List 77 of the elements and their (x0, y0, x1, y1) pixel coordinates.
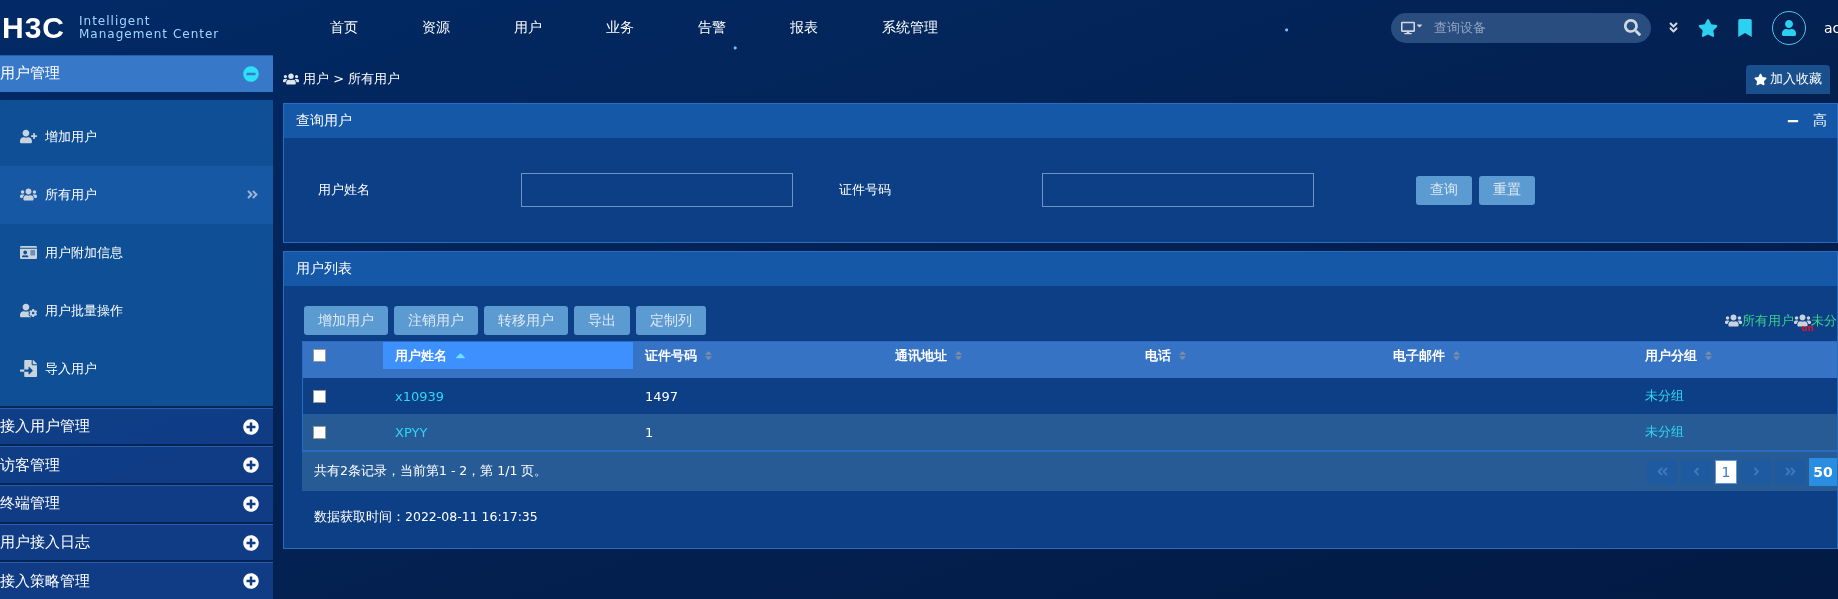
menu-group[interactable]: 访客管理 (0, 446, 273, 483)
users-icon (283, 71, 299, 87)
breadcrumb-text: 用户 > 所有用户 (303, 70, 401, 88)
sort-icon[interactable] (1177, 350, 1188, 361)
sort-icon[interactable] (1703, 350, 1714, 361)
column-header[interactable]: 电话 (1133, 342, 1381, 369)
first-page-icon[interactable] (1647, 459, 1677, 484)
menu-item[interactable]: 用户附加信息 (0, 223, 273, 282)
collapse-icon (243, 65, 259, 82)
filter-link[interactable]: 所有用户 (1725, 311, 1794, 330)
expand-icon (243, 418, 259, 435)
search-input[interactable]: 查询设备 (1432, 19, 1616, 36)
menu-group[interactable]: 用户接入日志 (0, 523, 273, 561)
chevrons-right-icon (246, 188, 259, 202)
sort-icon[interactable] (703, 350, 714, 361)
column-header[interactable]: 证件号码 (633, 342, 883, 369)
star-icon (1754, 72, 1767, 86)
input-field[interactable] (1042, 173, 1314, 207)
menu-item[interactable]: 用户批量操作 (0, 281, 273, 340)
nav-item[interactable]: 业务 (606, 18, 698, 37)
expand-icon (243, 457, 259, 474)
checkbox[interactable] (313, 349, 326, 362)
user-name-link[interactable]: x10939 (383, 388, 633, 404)
user-add-icon (20, 128, 37, 146)
column-header[interactable]: 通讯地址 (883, 342, 1133, 369)
page-size[interactable]: 50 (1809, 457, 1837, 486)
id-card-icon (20, 244, 37, 262)
field-label: 用户姓名 (318, 181, 371, 199)
last-page-icon[interactable] (1775, 459, 1805, 484)
column-header[interactable]: 用户姓名 (383, 342, 633, 369)
expand-icon[interactable] (1667, 21, 1680, 34)
favorite-button[interactable]: 加入收藏 (1746, 64, 1830, 94)
checkbox[interactable] (313, 425, 326, 439)
users-icon (1725, 312, 1742, 329)
bookmark-icon[interactable] (1736, 18, 1754, 37)
nav-item[interactable]: 告警 (698, 18, 790, 37)
user-import-icon (20, 360, 37, 378)
search-field[interactable]: 查询设备 (1391, 12, 1651, 43)
nav-item[interactable]: 用户 (514, 18, 606, 37)
field-label: 证件号码 (839, 181, 892, 199)
column-header[interactable]: 电子邮件 (1381, 342, 1633, 369)
logo: H3C (2, 10, 65, 45)
menu-group[interactable]: 用户管理 (0, 55, 273, 92)
menu-group[interactable]: 终端管理 (0, 485, 273, 522)
fetch-time: 数据获取时间：2022-08-11 16:17:35 (313, 508, 539, 526)
panel-title: 用户列表 (296, 260, 352, 278)
menu-item[interactable]: 增加用户 (0, 107, 273, 166)
expand-icon (243, 573, 259, 590)
page-number[interactable]: 1 (1715, 459, 1737, 484)
menu-group[interactable]: 接入用户管理 (0, 407, 273, 445)
column-header[interactable]: 用户分组 (1633, 342, 1837, 369)
group-link[interactable]: 未分组 (1633, 387, 1837, 405)
table-cell-text: 1 (644, 424, 655, 440)
panel-title: 查询用户 (296, 112, 352, 130)
menu-group[interactable]: 接入策略管理 (0, 562, 273, 599)
sort-icon[interactable] (1451, 350, 1462, 361)
group-link[interactable]: 未分组 (1633, 423, 1837, 441)
record-summary: 共有2条记录，当前第1 - 2，第 1/1 页。 (314, 463, 548, 480)
star-icon[interactable] (1698, 17, 1718, 38)
nav-item[interactable]: 资源 (422, 18, 514, 37)
device-icon (1401, 20, 1424, 35)
nav-item[interactable]: 系统管理 (882, 18, 974, 37)
user-gear-icon (20, 302, 37, 320)
table-cell-text: 1497 (644, 388, 680, 404)
menu-item[interactable]: 导入用户 (0, 339, 273, 398)
user-name-link[interactable]: XPYY (383, 424, 633, 440)
expand-icon (243, 534, 259, 551)
nav-item[interactable]: 首页 (330, 18, 422, 37)
product-name: Intelligent Management Center (79, 14, 220, 41)
expand-icon (243, 495, 259, 512)
checkbox[interactable] (313, 389, 326, 403)
advanced-link[interactable]: 高 (1813, 112, 1827, 130)
menu-item[interactable]: 所有用户 (0, 165, 273, 224)
sort-icon[interactable] (953, 350, 964, 361)
input-field[interactable] (521, 173, 793, 207)
search-icon[interactable] (1624, 19, 1641, 36)
nav-item[interactable]: 报表 (790, 18, 882, 37)
